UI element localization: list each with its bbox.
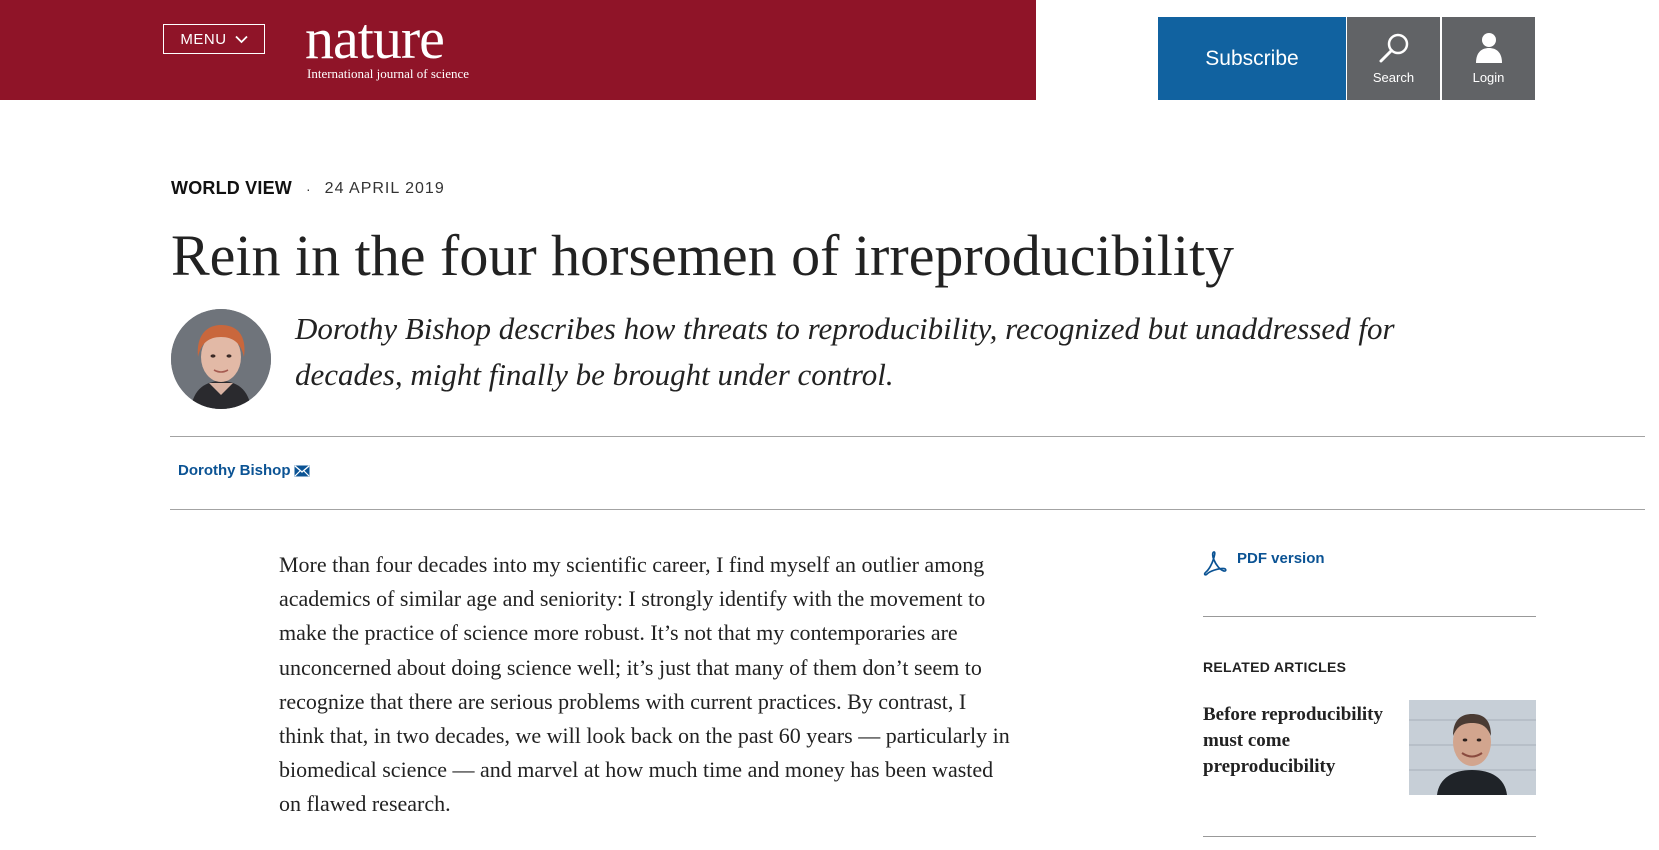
chevron-down-icon (234, 35, 248, 43)
pdf-icon (1203, 551, 1227, 576)
menu-button[interactable]: MENU (163, 24, 265, 54)
menu-label: MENU (180, 30, 227, 48)
related-article-title[interactable]: Before reproducibility must come preprod… (1203, 702, 1403, 780)
author-name: Dorothy Bishop (178, 462, 291, 479)
logo-tagline: International journal of science (307, 66, 470, 81)
article-title: Rein in the four horsemen of irreproduci… (171, 223, 1235, 288)
nature-logo[interactable]: nature International journal of science (305, 8, 469, 82)
article-body-paragraph: More than four decades into my scientifi… (279, 552, 1010, 817)
user-icon (1475, 33, 1502, 63)
sidebar-divider (1203, 616, 1536, 617)
masthead-bar: MENU nature International journal of sci… (0, 0, 1036, 100)
article-kicker: WORLD VIEW · 24 APRIL 2019 (171, 178, 445, 199)
article-standfirst: Dorothy Bishop describes how threats to … (295, 311, 1395, 392)
logo-wordmark: nature (305, 6, 445, 71)
subscribe-button[interactable]: Subscribe (1158, 17, 1346, 100)
related-articles-heading: RELATED ARTICLES (1203, 659, 1347, 675)
divider (170, 509, 1645, 510)
author-link[interactable]: Dorothy Bishop (178, 462, 310, 479)
envelope-icon (294, 464, 309, 476)
search-icon (1379, 33, 1408, 63)
publication-date: 24 APRIL 2019 (324, 179, 445, 197)
divider (170, 436, 1645, 437)
kicker-separator: · (306, 180, 311, 197)
search-label: Search (1372, 70, 1415, 85)
search-button[interactable]: Search (1347, 17, 1440, 100)
login-label: Login (1472, 70, 1505, 85)
author-avatar (171, 309, 271, 409)
subscribe-label: Subscribe (1205, 46, 1299, 70)
pdf-version-link[interactable]: PDF version (1203, 550, 1325, 576)
related-article-item[interactable]: Before reproducibility must come preprod… (1203, 700, 1536, 796)
related-article-thumbnail[interactable] (1409, 700, 1536, 795)
sidebar-divider (1203, 836, 1536, 837)
pdf-version-label: PDF version (1237, 550, 1325, 567)
article-type[interactable]: WORLD VIEW (171, 178, 292, 199)
login-button[interactable]: Login (1442, 17, 1535, 100)
